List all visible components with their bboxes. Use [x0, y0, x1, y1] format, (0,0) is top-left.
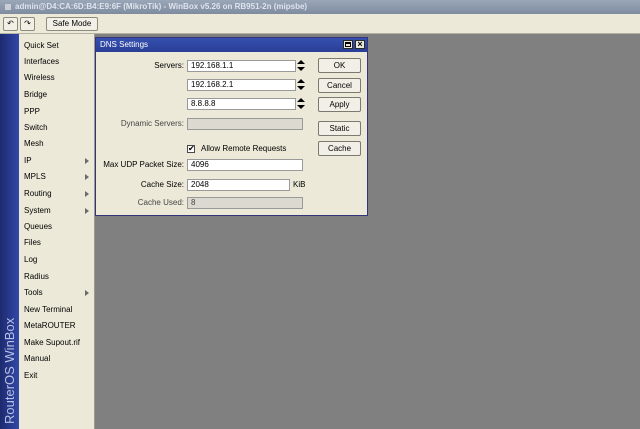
submenu-arrow-icon — [85, 174, 89, 180]
sidebar-item-interfaces[interactable]: Interfaces — [19, 54, 94, 70]
server-2-input[interactable]: 192.168.2.1 — [187, 79, 296, 91]
max-udp-packet-size-label: Max UDP Packet Size: — [103, 160, 184, 169]
sidebar-menu: Quick Set Interfaces Wireless Bridge PPP… — [19, 34, 95, 429]
server-1-updown-icon[interactable] — [297, 60, 305, 72]
cache-button[interactable]: Cache — [318, 141, 361, 156]
brand-vertical-title: RouterOS WinBox — [2, 317, 17, 424]
cancel-button[interactable]: Cancel — [318, 78, 361, 93]
sidebar-item-new-terminal[interactable]: New Terminal — [19, 302, 94, 318]
sidebar-item-label: MPLS — [24, 172, 46, 181]
maximize-icon[interactable] — [343, 40, 353, 49]
sidebar-item-metarouter[interactable]: MetaROUTER — [19, 318, 94, 334]
sidebar-item-label: Routing — [24, 189, 52, 198]
server-3-updown-icon[interactable] — [297, 98, 305, 110]
window-title-bar: admin@D4:CA:6D:B4:E9:6F (MikroTik) - Win… — [0, 0, 640, 14]
submenu-arrow-icon — [85, 290, 89, 296]
sidebar-item-manual[interactable]: Manual — [19, 351, 94, 367]
sidebar-item-queues[interactable]: Queues — [19, 219, 94, 235]
sidebar-item-mesh[interactable]: Mesh — [19, 136, 94, 152]
cache-used-field: 8 — [187, 197, 303, 209]
sidebar-item-radius[interactable]: Radius — [19, 269, 94, 285]
server-1-input[interactable]: 192.168.1.1 — [187, 60, 296, 72]
servers-label: Servers: — [154, 61, 184, 70]
submenu-arrow-icon — [85, 158, 89, 164]
sidebar-item-routing[interactable]: Routing — [19, 186, 94, 202]
server-3-input[interactable]: 8.8.8.8 — [187, 98, 296, 110]
submenu-arrow-icon — [85, 208, 89, 214]
sidebar-item-ppp[interactable]: PPP — [19, 104, 94, 120]
sidebar-item-log[interactable]: Log — [19, 252, 94, 268]
sidebar-item-bridge[interactable]: Bridge — [19, 87, 94, 103]
apply-button[interactable]: Apply — [318, 97, 361, 112]
redo-icon[interactable]: ↷ — [20, 17, 35, 31]
dialog-title: DNS Settings — [100, 40, 149, 49]
sidebar-item-system[interactable]: System — [19, 203, 94, 219]
window-title: admin@D4:CA:6D:B4:E9:6F (MikroTik) - Win… — [15, 2, 308, 11]
dialog-title-bar[interactable]: DNS Settings — [96, 38, 367, 52]
sidebar-item-wireless[interactable]: Wireless — [19, 70, 94, 86]
static-button[interactable]: Static — [318, 121, 361, 136]
dns-settings-dialog: DNS Settings × Servers: 192.168.1.1 192.… — [95, 37, 368, 216]
allow-remote-requests-label[interactable]: Allow Remote Requests — [201, 143, 286, 155]
allow-remote-requests-checkbox[interactable]: ✔ — [187, 145, 195, 153]
dynamic-servers-label: Dynamic Servers: — [120, 119, 184, 128]
sidebar-item-label: Tools — [24, 288, 43, 297]
max-udp-packet-size-input[interactable]: 4096 — [187, 159, 303, 171]
dynamic-servers-field — [187, 118, 303, 130]
sidebar-item-tools[interactable]: Tools — [19, 285, 94, 301]
app-icon — [5, 3, 11, 10]
sidebar-item-mpls[interactable]: MPLS — [19, 169, 94, 185]
sidebar-item-switch[interactable]: Switch — [19, 120, 94, 136]
ok-button[interactable]: OK — [318, 58, 361, 73]
cache-size-input[interactable]: 2048 — [187, 179, 290, 191]
sidebar-item-label: System — [24, 206, 51, 215]
sidebar-item-exit[interactable]: Exit — [19, 368, 94, 384]
undo-icon[interactable]: ↶ — [3, 17, 18, 31]
submenu-arrow-icon — [85, 191, 89, 197]
sidebar-item-quick-set[interactable]: Quick Set — [19, 38, 94, 54]
cache-size-unit: KiB — [293, 180, 306, 189]
sidebar-item-ip[interactable]: IP — [19, 153, 94, 169]
sidebar-item-label: IP — [24, 156, 32, 165]
toolbar: ↶ ↷ Safe Mode — [0, 14, 640, 34]
cache-used-label: Cache Used: — [137, 198, 184, 207]
sidebar-item-files[interactable]: Files — [19, 235, 94, 251]
close-icon[interactable]: × — [355, 40, 365, 49]
server-2-updown-icon[interactable] — [297, 79, 305, 91]
cache-size-label: Cache Size: — [140, 180, 184, 189]
safe-mode-button[interactable]: Safe Mode — [46, 17, 98, 31]
sidebar-item-make-supout[interactable]: Make Supout.rif — [19, 335, 94, 351]
